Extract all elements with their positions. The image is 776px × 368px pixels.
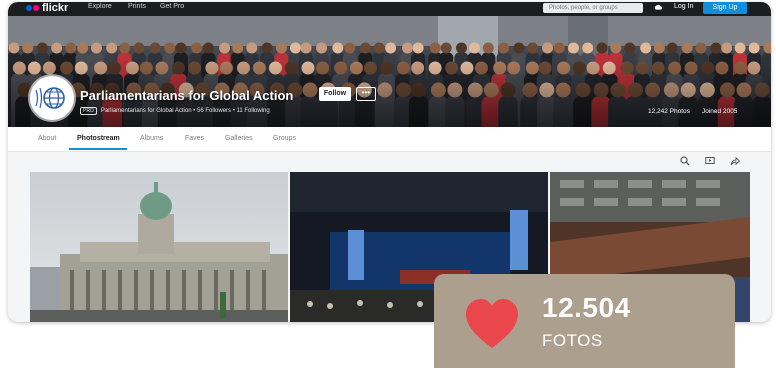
tab-albums[interactable]: Albums (140, 135, 163, 142)
search-input[interactable]: Photos, people, or groups (543, 3, 643, 13)
flickr-logo[interactable]: flickr (26, 2, 68, 14)
logo-text: flickr (42, 2, 69, 14)
logo-pink-dot (33, 5, 39, 11)
photo-count-badge: 12.504 FOTOS (434, 274, 735, 368)
tab-groups[interactable]: Groups (273, 135, 296, 142)
more-options-button[interactable]: ••• (356, 87, 376, 101)
nav-link-prints[interactable]: Prints (128, 3, 146, 10)
tab-photostream[interactable]: Photostream (77, 135, 120, 142)
followers-link[interactable]: 56 Followers (197, 108, 231, 114)
upload-icon[interactable] (654, 4, 662, 12)
profile-name: Parliamentarians for Global Action (80, 88, 294, 103)
follow-button[interactable]: Follow (319, 87, 351, 101)
active-tab-indicator (69, 148, 127, 150)
nav-link-get-pro[interactable]: Get Pro (160, 3, 184, 10)
logo-blue-dot (26, 5, 32, 11)
following-link[interactable]: 11 Following (236, 108, 269, 114)
login-link[interactable]: Log In (674, 3, 693, 10)
nav-link-explore[interactable]: Explore (88, 3, 112, 10)
congress-building-image (30, 172, 288, 322)
tab-about[interactable]: About (38, 135, 56, 142)
top-navigation-bar: flickr Explore Prints Get Pro Photos, pe… (8, 2, 771, 16)
cover-photo: Parliamentarians for Global Action PRO Pa… (8, 16, 771, 127)
search-icon[interactable] (680, 156, 690, 166)
slideshow-icon[interactable] (705, 156, 715, 166)
tab-galleries[interactable]: Galleries (225, 135, 253, 142)
profile-username: Parliamentarians for Global Action (100, 108, 192, 114)
pro-badge: PRO (80, 107, 97, 115)
globe-logo-icon (35, 87, 65, 109)
photo-count-value: 12.504 (542, 292, 631, 323)
tab-faves[interactable]: Faves (185, 135, 204, 142)
signup-button[interactable]: Sign Up (703, 2, 747, 14)
photo-congress-building[interactable] (30, 172, 288, 322)
photos-count-stat: 12,242 Photos (648, 108, 690, 115)
profile-subline: PRO Parliamentarians for Global Action • … (80, 107, 270, 115)
heart-icon (466, 299, 518, 348)
profile-avatar[interactable] (30, 76, 74, 120)
joined-stat: Joined 2005 (702, 108, 738, 115)
photo-count-label: FOTOS (542, 331, 603, 350)
profile-tabs: About Photostream Albums Faves Galleries… (8, 127, 771, 152)
share-icon[interactable] (730, 156, 740, 166)
